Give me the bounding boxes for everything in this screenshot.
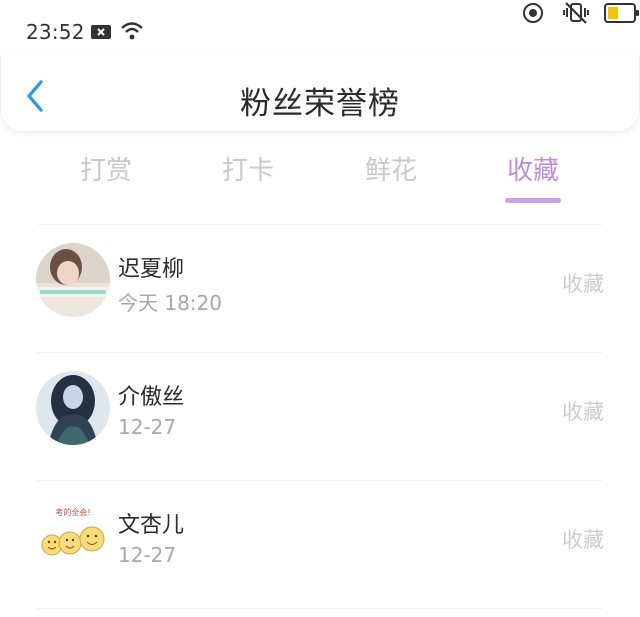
tab-checkin[interactable]: 打卡 [198,150,298,187]
battery-icon [604,3,640,27]
emoji-faces-avatar: 考的全会! [36,499,110,573]
active-tab-indicator [505,198,561,203]
status-bar: 23:52 [0,0,640,64]
fan-action-label: 收藏 [562,400,604,424]
list-item[interactable]: 考的全会! 文杏儿 12-27 收藏 [0,481,640,609]
fan-time: 12-27 [118,543,177,567]
status-time: 23:52 [26,20,85,44]
target-icon [522,2,544,28]
girl-photo-avatar [36,243,110,317]
notification-icon [90,23,112,41]
divider [36,608,602,609]
list-item[interactable]: 迟夏柳 今天 18:20 收藏 [0,225,640,353]
avatar: 考的全会! [36,499,110,573]
page-title: 粉丝荣誉榜 [240,86,400,122]
vibrate-off-icon [562,0,590,30]
fan-action-label: 收藏 [562,272,604,296]
fan-time: 今天 18:20 [118,291,222,315]
avatar [36,371,110,445]
svg-text:考的全会!: 考的全会! [55,507,90,517]
fan-action-label: 收藏 [562,528,604,552]
wifi-icon [120,21,144,41]
fan-time: 12-27 [118,415,177,439]
fan-name: 迟夏柳 [118,257,185,282]
tab-flowers[interactable]: 鲜花 [341,150,441,187]
fan-name: 文杏儿 [118,513,185,538]
header-bar: 粉丝荣誉榜 [0,56,640,132]
tab-favorites[interactable]: 收藏 [483,150,583,187]
tab-tip[interactable]: 打赏 [56,150,156,187]
fan-name: 介傲丝 [118,385,185,410]
avatar [36,243,110,317]
tab-bar: 打赏 打卡 鲜花 收藏 [0,150,640,206]
list-item[interactable]: 介傲丝 12-27 收藏 [0,353,640,481]
anime-girl-avatar [36,371,110,445]
